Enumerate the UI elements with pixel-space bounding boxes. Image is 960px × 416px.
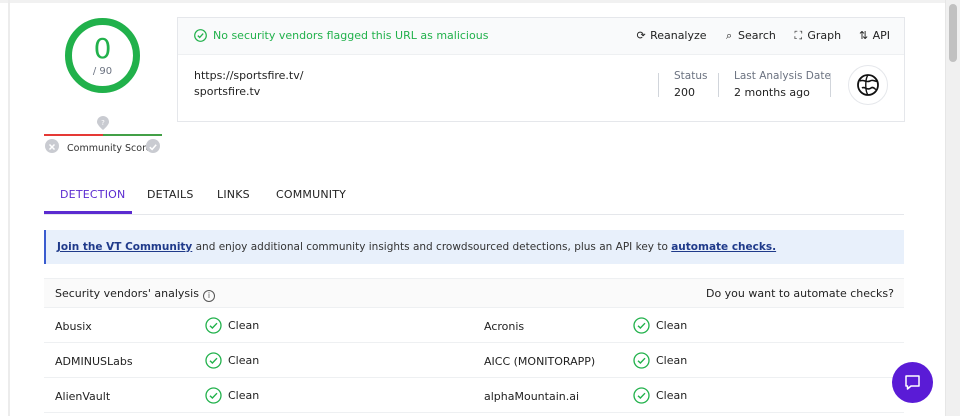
top-edge — [0, 0, 946, 3]
analyzed-url[interactable]: https://sportsfire.tv/ — [194, 69, 303, 82]
scrollbar-thumb[interactable] — [949, 4, 957, 62]
check-icon — [149, 144, 157, 151]
check-circle-icon — [205, 317, 222, 334]
status-value: 200 — [674, 86, 695, 99]
api-button[interactable]: ⇅ API — [858, 29, 890, 42]
check-circle-icon — [205, 352, 222, 369]
check-circle-icon — [633, 317, 650, 334]
community-banner: Join the VT Community and enjoy addition… — [44, 230, 904, 264]
reanalyze-label: Reanalyze — [650, 29, 707, 42]
verdict-message: No security vendors flagged this URL as … — [194, 29, 488, 42]
analysis-title: Security vendors' analysis i — [55, 287, 215, 302]
divider — [830, 73, 831, 97]
result-label: Clean — [656, 354, 688, 367]
banner-message: Join the VT Community and enjoy addition… — [57, 241, 776, 253]
table-row: ADMINUSLabs Clean AICC (MONITORAPP) Clea… — [44, 343, 904, 378]
search-label: Search — [738, 29, 776, 42]
detection-score: 0 / 90 — [64, 17, 141, 94]
search-icon: ⌕ — [725, 29, 733, 42]
result-label: Clean — [228, 319, 260, 332]
verdict-text: No security vendors flagged this URL as … — [213, 29, 489, 42]
result-label: Clean — [656, 389, 688, 402]
vendor-name: Abusix — [55, 320, 92, 333]
check-circle-icon — [633, 387, 650, 404]
analysis-title-text: Security vendors' analysis — [55, 287, 199, 300]
graph-icon: ⛶ — [794, 29, 803, 42]
vendor-result: Clean — [205, 352, 259, 369]
globe-icon — [857, 74, 879, 96]
svg-text:?: ? — [101, 119, 105, 127]
analyzed-domain[interactable]: sportsfire.tv — [194, 85, 260, 98]
result-label: Clean — [228, 389, 260, 402]
community-score-label: Community Score — [67, 143, 152, 154]
tab-links[interactable]: LINKS — [217, 188, 250, 201]
vendor-name: alphaMountain.ai — [484, 390, 580, 403]
site-favicon — [848, 65, 888, 105]
automate-checks-link[interactable]: automate checks. — [671, 241, 776, 253]
vendor-result: Clean — [633, 352, 687, 369]
check-circle-icon — [194, 29, 207, 42]
community-score: Community Score — [45, 139, 163, 157]
chat-icon — [905, 375, 920, 390]
tab-community[interactable]: COMMUNITY — [276, 188, 346, 201]
result-label: Clean — [228, 354, 260, 367]
api-label: API — [872, 29, 890, 42]
result-label: Clean — [656, 319, 688, 332]
vendor-name: AICC (MONITORAPP) — [484, 355, 596, 368]
automate-checks-prompt[interactable]: Do you want to automate checks? — [706, 287, 894, 300]
info-icon[interactable]: i — [202, 290, 215, 302]
vendor-name: ADMINUSLabs — [55, 355, 133, 368]
table-row: AlienVault Clean alphaMountain.ai Clean — [44, 378, 904, 413]
vendor-result: Clean — [205, 317, 259, 334]
reanalyze-button[interactable]: ⟳ Reanalyze — [635, 29, 706, 42]
vendor-name: Acronis — [484, 320, 525, 333]
vendor-result: Clean — [633, 387, 687, 404]
community-score-bar — [44, 134, 162, 136]
analysis-header: Security vendors' analysis i Do you want … — [44, 278, 904, 308]
search-button[interactable]: ⌕ Search — [723, 29, 776, 43]
chat-button[interactable] — [892, 362, 933, 403]
table-row: Abusix Clean Acronis Clean — [44, 308, 904, 343]
banner-text: and enjoy additional community insights … — [192, 241, 672, 253]
vote-harmful-button[interactable] — [45, 139, 59, 153]
check-circle-icon — [633, 352, 650, 369]
graph-button[interactable]: ⛶ Graph — [792, 29, 841, 43]
card-actions: ⟳ Reanalyze ⌕ Search ⛶ Graph ⇅ API — [622, 29, 890, 43]
card-header: No security vendors flagged this URL as … — [178, 18, 904, 55]
check-circle-icon — [205, 387, 222, 404]
join-community-link[interactable]: Join the VT Community — [57, 241, 192, 253]
status-label: Status — [674, 70, 708, 82]
last-analysis-label: Last Analysis Date — [734, 70, 831, 82]
vote-harmless-button[interactable] — [146, 139, 160, 153]
graph-label: Graph — [807, 29, 842, 42]
reanalyze-icon: ⟳ — [636, 29, 646, 42]
url-info-card: No security vendors flagged this URL as … — [177, 17, 905, 122]
vendor-name: AlienVault — [55, 390, 111, 403]
tab-detection[interactable]: DETECTION — [60, 188, 125, 201]
tab-details[interactable]: DETAILS — [147, 188, 194, 201]
close-icon — [48, 143, 56, 151]
scrollbar[interactable] — [946, 0, 960, 416]
score-total: / 90 — [92, 66, 113, 77]
divider — [658, 73, 659, 97]
vendor-result: Clean — [633, 317, 687, 334]
community-marker-icon: ? — [97, 116, 109, 130]
last-analysis-value: 2 months ago — [734, 86, 810, 99]
left-edge — [8, 0, 10, 416]
vendor-result: Clean — [205, 387, 259, 404]
score-value: 0 — [93, 32, 112, 65]
active-tab-indicator — [44, 211, 132, 214]
report-tabs: DETECTION DETAILS LINKS COMMUNITY — [44, 178, 904, 215]
api-icon: ⇅ — [858, 29, 869, 42]
divider — [718, 73, 719, 97]
